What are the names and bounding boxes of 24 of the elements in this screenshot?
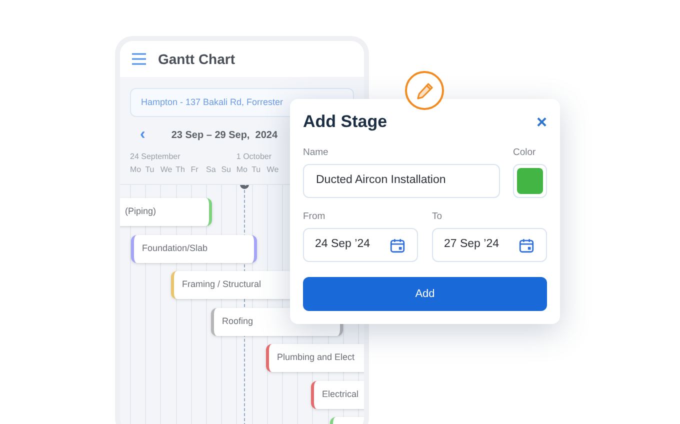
name-label: Name bbox=[303, 146, 330, 160]
day-label: We bbox=[266, 164, 279, 176]
day-label: Tu bbox=[252, 164, 261, 176]
stage-label: (Piping) bbox=[125, 205, 156, 218]
day-label: Mo bbox=[130, 164, 142, 176]
week-label: 1 October bbox=[236, 151, 272, 163]
day-label: Tu bbox=[145, 164, 154, 176]
stage-label: Electrical bbox=[322, 388, 359, 402]
stage-label: Foundation/Slab bbox=[142, 242, 208, 256]
stage-label: Roofing bbox=[222, 315, 254, 328]
to-label: To bbox=[432, 210, 444, 224]
day-label: Fr bbox=[190, 164, 198, 176]
day-label: Su bbox=[221, 164, 231, 176]
week-label: 24 September bbox=[130, 151, 180, 163]
stage-label: Plumbing and Elect bbox=[277, 351, 355, 364]
app-title: Gantt Chart bbox=[158, 50, 235, 68]
day-label: We bbox=[160, 164, 172, 176]
color-label: Color bbox=[513, 146, 537, 160]
day-label: Mo bbox=[236, 164, 248, 176]
day-label: Sa bbox=[206, 164, 216, 176]
day-label: Th bbox=[176, 164, 185, 176]
stage-label: Framing / Structural bbox=[182, 278, 262, 292]
date-range: 23 Sep – 29 Sep, 2024 bbox=[171, 128, 278, 142]
from-label: From bbox=[303, 210, 326, 224]
